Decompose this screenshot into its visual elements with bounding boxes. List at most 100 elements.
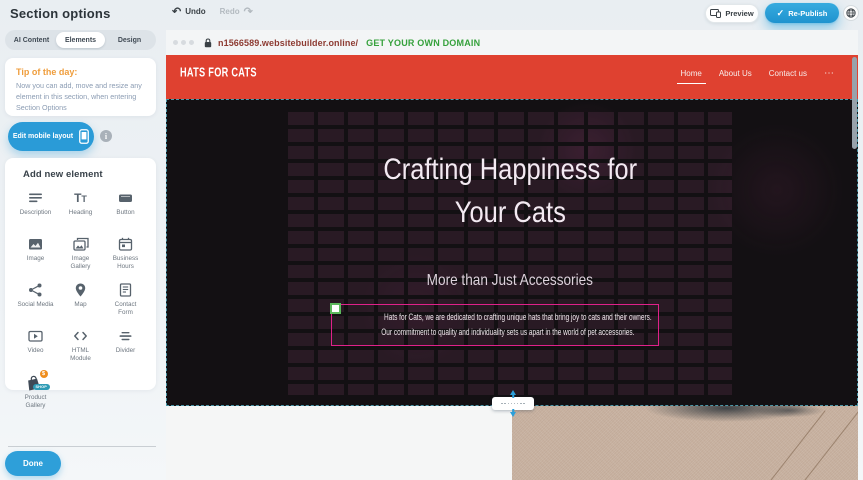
element-label: Map (74, 301, 86, 309)
undo-label: Undo (185, 7, 205, 16)
selection-resize-handle[interactable] (330, 303, 341, 314)
history-controls: ↶ Undo Redo ↷ (172, 7, 253, 16)
html-module-icon (72, 328, 89, 344)
element-social-media[interactable]: Social Media (13, 282, 58, 318)
divider-icon (117, 328, 134, 344)
browser-dot (181, 40, 186, 45)
browser-bar: n1566589.websitebuilder.online/ GET YOUR… (166, 30, 858, 55)
element-label: Social Media (17, 301, 53, 309)
hero-section[interactable]: Crafting Happiness for Your Cats More th… (166, 99, 858, 406)
element-video[interactable]: Video (13, 328, 58, 364)
get-domain-link[interactable]: GET YOUR OWN DOMAIN (366, 38, 480, 48)
business-hours-icon (117, 236, 134, 252)
nav-more-icon[interactable]: ⋯ (824, 70, 834, 78)
element-business-hours[interactable]: Business Hours (103, 236, 148, 272)
site-logo[interactable]: HATS FOR CATS (180, 67, 257, 81)
redo-icon: ↷ (244, 8, 253, 16)
floor-photo (512, 406, 858, 480)
element-label: Video (28, 347, 44, 355)
info-icon[interactable]: i (100, 130, 112, 142)
element-label: Contact Form (115, 301, 137, 317)
map-pin-icon (72, 282, 89, 298)
tip-of-the-day-card: Tip of the day: Now you can add, move an… (5, 58, 156, 116)
edit-mobile-label: Edit mobile layout (13, 133, 73, 140)
hero-heading[interactable]: Crafting Happiness for Your Cats (288, 148, 732, 234)
page-title: Section options (10, 6, 111, 21)
upgrade-badge: $ (40, 370, 48, 378)
element-label: Image Gallery (71, 255, 91, 271)
selected-paragraph[interactable]: Hats for Cats, we are dedicated to craft… (331, 304, 659, 346)
heading-icon: TT (74, 190, 87, 206)
element-heading[interactable]: TT Heading (58, 190, 103, 226)
nav-contact-us[interactable]: Contact us (769, 69, 807, 78)
element-label: Business Hours (113, 255, 139, 271)
tab-ai-content[interactable]: AI Content (7, 32, 56, 48)
devices-icon (710, 9, 721, 18)
browser-dots (173, 40, 194, 45)
element-divider[interactable]: Divider (103, 328, 148, 364)
element-image-gallery[interactable]: Image Gallery (58, 236, 103, 272)
tip-body: Now you can add, move and resize any ele… (16, 81, 145, 113)
element-image[interactable]: Image (13, 236, 58, 272)
add-element-heading: Add new element (23, 169, 148, 180)
element-html-module[interactable]: HTML Module (58, 328, 103, 364)
hero-heading-line2: Your Cats (454, 191, 565, 234)
site-header: HATS FOR CATS Home About Us Contact us ⋯ (166, 55, 858, 99)
element-label: HTML Module (70, 347, 91, 363)
preview-label: Preview (725, 9, 753, 18)
panel-tabs: AI Content Elements Design (5, 30, 156, 50)
section-height-resize-handle[interactable] (492, 397, 534, 410)
site-nav: Home About Us Contact us ⋯ (681, 69, 835, 78)
undo-button[interactable]: ↶ Undo (172, 7, 206, 16)
tab-elements[interactable]: Elements (56, 32, 105, 48)
contact-form-icon (117, 282, 134, 298)
republish-label: Re-Publish (788, 9, 827, 18)
tile-line (797, 410, 858, 480)
panel-divider (8, 446, 156, 447)
video-icon (27, 328, 44, 344)
element-label: Image (27, 255, 45, 263)
edit-mobile-layout-button[interactable]: Edit mobile layout (8, 122, 94, 151)
browser-dot (173, 40, 178, 45)
redo-button[interactable]: Redo ↷ (220, 7, 253, 16)
element-grid: Description TT Heading Button Image (13, 190, 148, 410)
paragraph-line1: Hats for Cats, we are dedicated to craft… (384, 310, 652, 325)
element-contact-form[interactable]: Contact Form (103, 282, 148, 318)
redo-label: Redo (220, 7, 240, 16)
social-media-icon (27, 282, 44, 298)
topbar: Section options ↶ Undo Redo ↷ Preview ✓ … (0, 0, 863, 28)
nav-about-us[interactable]: About Us (719, 69, 752, 78)
description-icon (27, 190, 44, 206)
done-button[interactable]: Done (5, 451, 61, 476)
image-icon (27, 236, 44, 252)
republish-button[interactable]: ✓ Re-Publish (765, 3, 839, 23)
preview-scrollbar[interactable] (852, 57, 857, 149)
element-label: Product Gallery (25, 394, 47, 410)
element-description[interactable]: Description (13, 190, 58, 226)
nav-home[interactable]: Home (681, 69, 702, 78)
tab-design[interactable]: Design (105, 32, 154, 48)
website-builder-app: Section options ↶ Undo Redo ↷ Preview ✓ … (0, 0, 863, 480)
tip-heading: Tip of the day: (16, 67, 145, 77)
hero-heading-line1: Crafting Happiness for (383, 148, 637, 191)
element-map[interactable]: Map (58, 282, 103, 318)
language-globe-button[interactable] (843, 5, 859, 21)
arrow-down-icon (510, 412, 516, 417)
browser-dot (189, 40, 194, 45)
shop-badge: SHOP (33, 384, 50, 390)
element-label: Description (20, 209, 52, 217)
hero-subheading[interactable]: More than Just Accessories (288, 272, 732, 290)
site-url: n1566589.websitebuilder.online/ (218, 38, 358, 48)
arrow-up-icon (510, 390, 516, 395)
tile-line (763, 410, 825, 480)
element-product-gallery[interactable]: SHOP $ Product Gallery (13, 374, 58, 410)
next-section[interactable] (166, 406, 858, 480)
mobile-phone-icon (79, 129, 89, 144)
preview-button[interactable]: Preview (705, 4, 759, 23)
check-icon: ✓ (777, 8, 785, 19)
paragraph-line2: Our commitment to quality and individual… (381, 325, 634, 340)
undo-icon: ↶ (172, 8, 181, 16)
element-button[interactable]: Button (103, 190, 148, 226)
image-gallery-icon (72, 236, 90, 252)
globe-icon (846, 8, 856, 18)
